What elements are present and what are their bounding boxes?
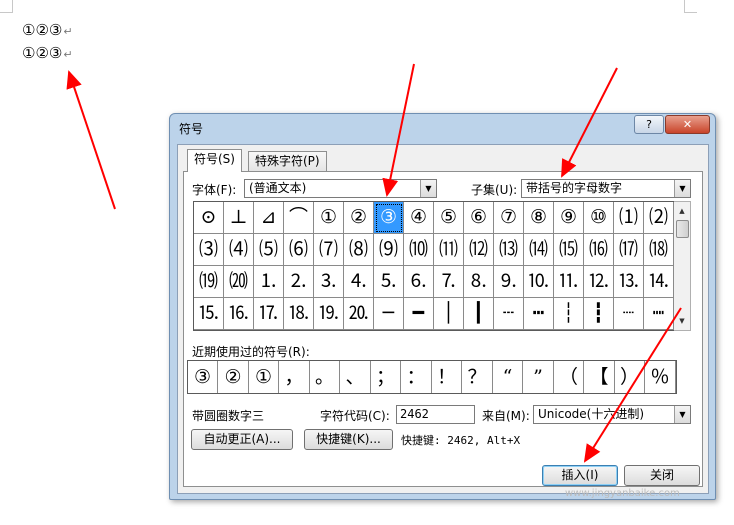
annotation-arrow-to-insert bbox=[583, 307, 682, 463]
annotation-arrow-to-subset bbox=[561, 67, 618, 178]
annotation-arrow-to-document bbox=[66, 70, 116, 210]
tab-symbols[interactable]: 符号(S) bbox=[187, 149, 242, 172]
watermark-text: www.jingyanbaike.com bbox=[565, 488, 680, 499]
annotation-arrows bbox=[66, 63, 682, 463]
annotation-arrow-to-symbol bbox=[382, 63, 415, 197]
